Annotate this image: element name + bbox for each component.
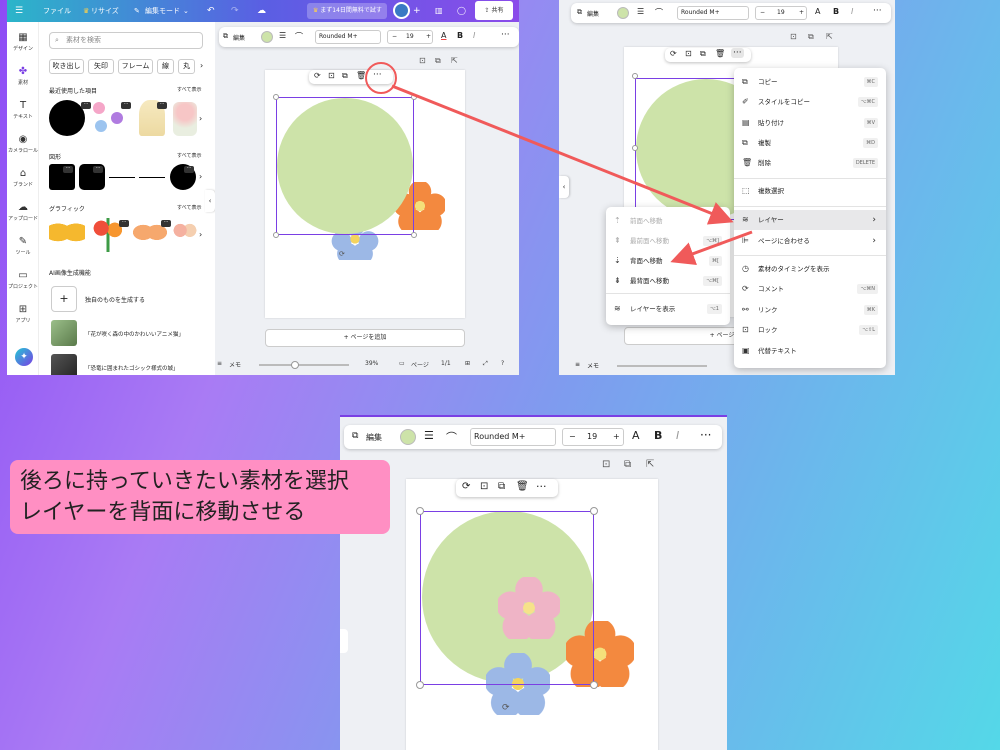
annotation-arrows: [391, 84, 753, 266]
arrow-to-layer-menu: [391, 84, 734, 225]
arrow-to-send-backward: [670, 230, 753, 266]
